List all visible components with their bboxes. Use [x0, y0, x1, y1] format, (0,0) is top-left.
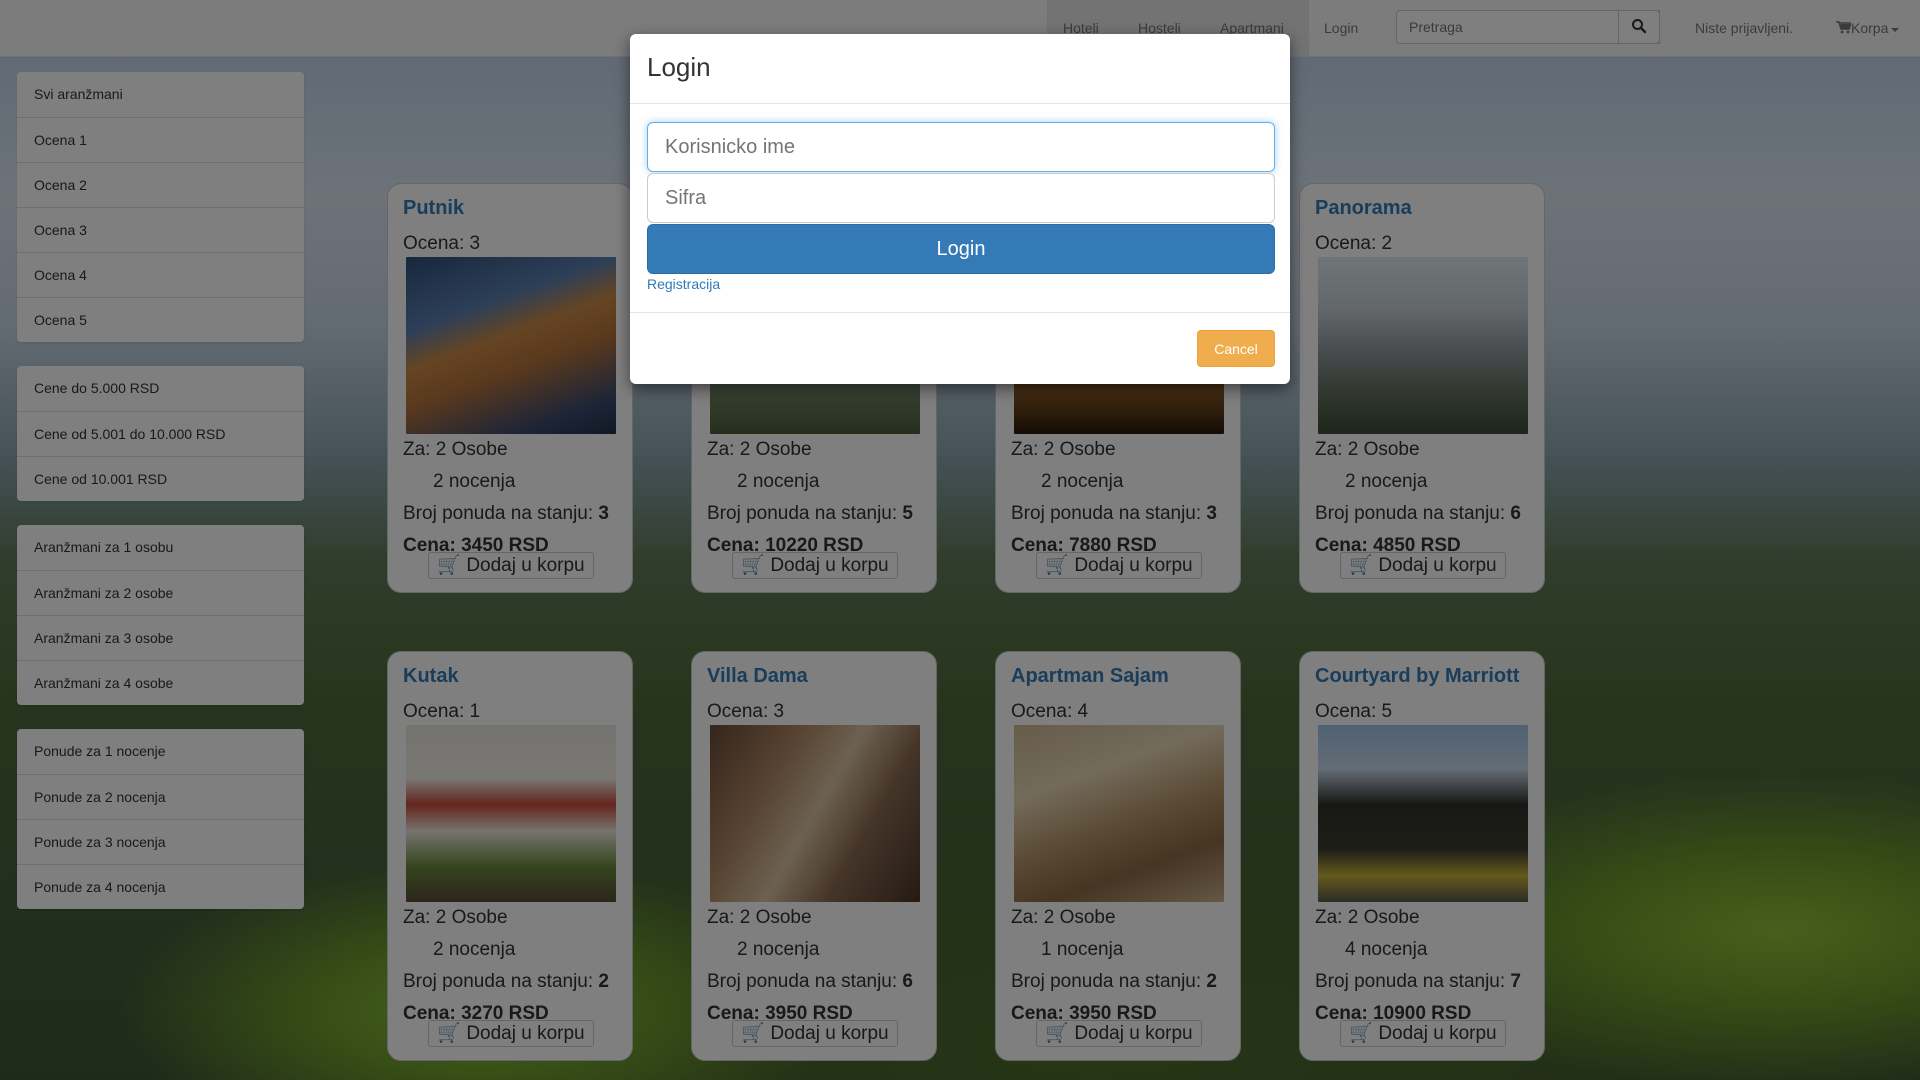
password-input[interactable] [647, 173, 1275, 223]
modal-footer-divider [630, 312, 1290, 313]
modal-title: Login [647, 52, 711, 82]
login-button[interactable]: Login [647, 224, 1275, 274]
cancel-button[interactable]: Cancel [1197, 330, 1275, 367]
login-modal: Login Login Registracija Cancel [630, 34, 1290, 384]
register-link[interactable]: Registracija [647, 276, 720, 292]
modal-header-divider [630, 103, 1290, 104]
username-input[interactable] [647, 122, 1275, 172]
